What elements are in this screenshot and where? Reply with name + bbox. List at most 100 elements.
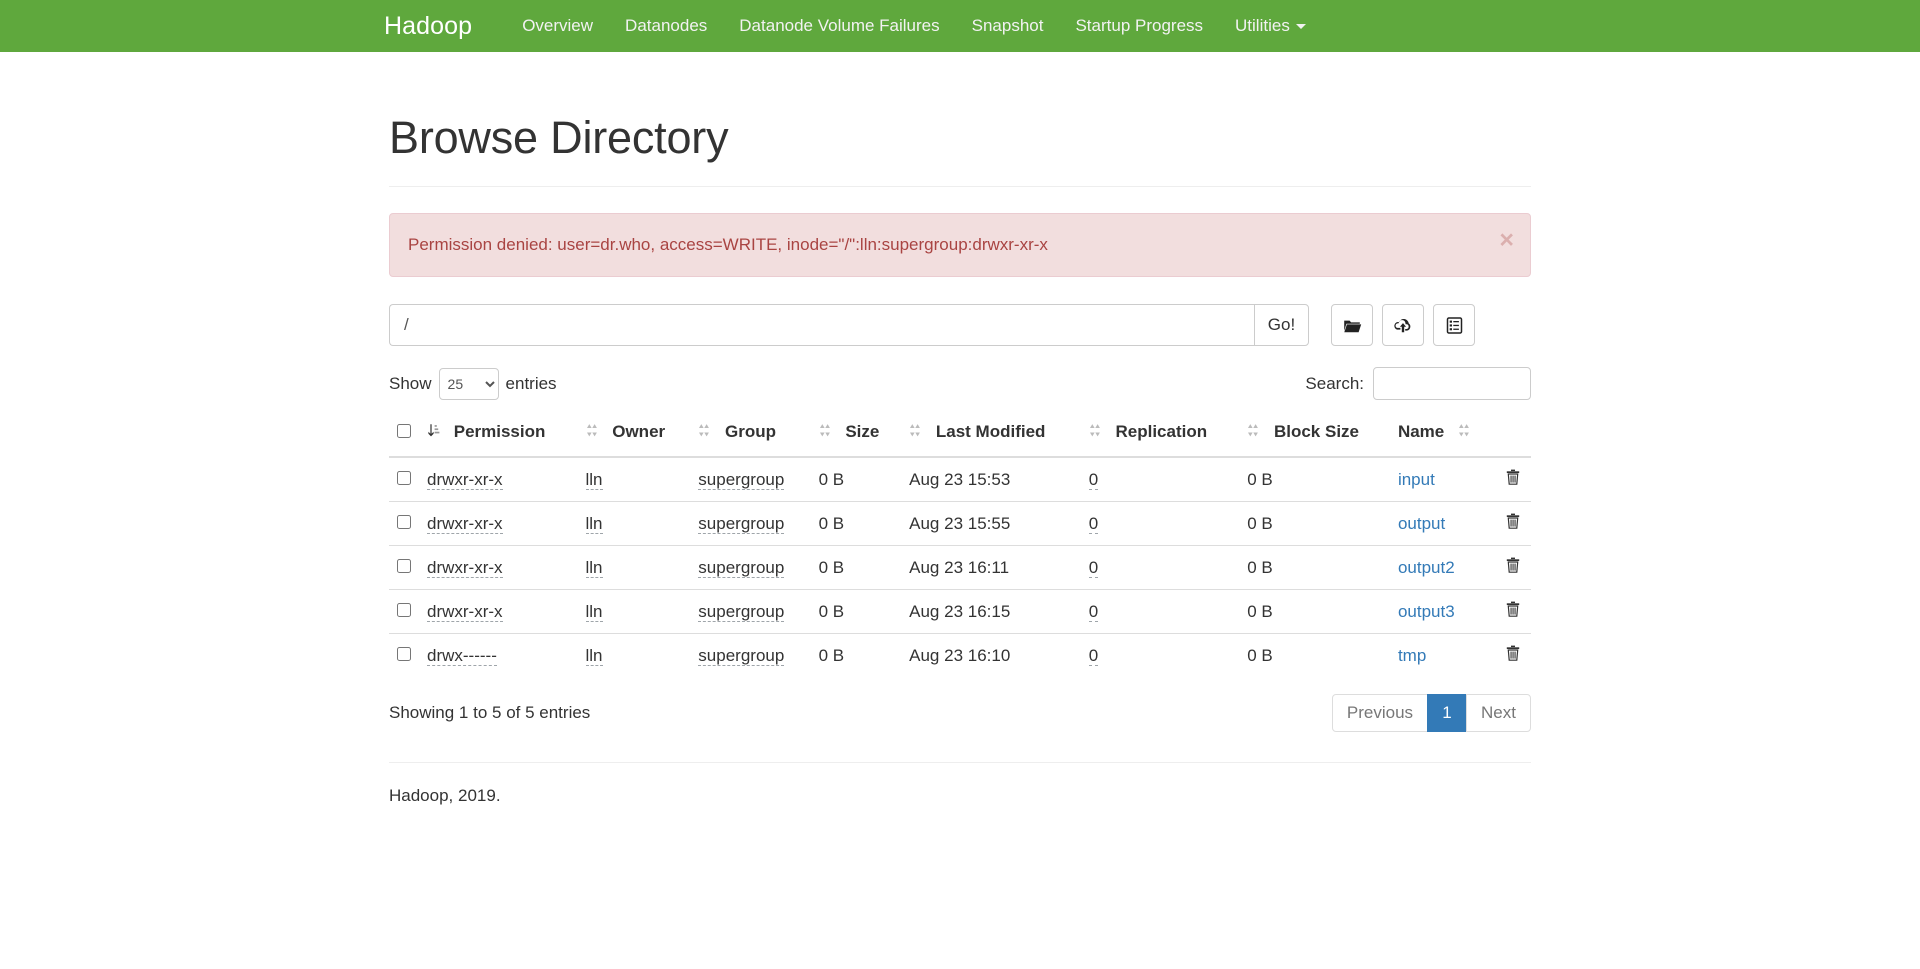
group-value[interactable]: supergroup (698, 645, 785, 666)
pagination-previous[interactable]: Previous (1331, 694, 1429, 732)
owner-value[interactable]: lln (585, 469, 603, 490)
row-checkbox[interactable] (397, 646, 411, 661)
permission-value[interactable]: drwxr-xr-x (427, 513, 503, 534)
cloud-upload-icon (1393, 317, 1413, 334)
top-navbar: Hadoop Overview Datanodes Datanode Volum… (0, 0, 1920, 52)
header-name[interactable]: Name (1389, 412, 1495, 458)
header-block-size[interactable]: Block Size (1239, 412, 1390, 458)
cell-owner: lln (577, 633, 691, 677)
brand-hadoop[interactable]: Hadoop (384, 12, 472, 41)
group-value[interactable]: supergroup (698, 469, 785, 490)
replication-value[interactable]: 0 (1088, 601, 1099, 622)
header-last-modified[interactable]: Last Modified (901, 412, 1081, 458)
cell-permission: drwxr-xr-x (419, 589, 578, 634)
path-bar: Go! (389, 304, 1531, 346)
table-header-row: Permission Owner Group Size Last Modifie… (389, 412, 1531, 458)
header-last-modified-label: Last Modified (935, 422, 1046, 441)
header-owner-label: Owner (612, 422, 666, 441)
group-value[interactable]: supergroup (698, 513, 785, 534)
path-input[interactable] (389, 304, 1254, 346)
file-name-link[interactable]: tmp (1398, 646, 1426, 665)
file-name-link[interactable]: output2 (1398, 558, 1455, 577)
permission-value[interactable]: drwx------ (427, 645, 497, 666)
sort-both-icon (1458, 423, 1471, 443)
replication-value[interactable]: 0 (1088, 645, 1099, 666)
entries-info: Showing 1 to 5 of 5 entries (389, 703, 591, 722)
search-input[interactable] (1373, 367, 1531, 400)
row-checkbox[interactable] (397, 514, 411, 529)
sort-both-icon (698, 423, 711, 443)
search-label: Search: (1305, 373, 1364, 393)
replication-value[interactable]: 0 (1088, 469, 1099, 490)
group-value[interactable]: supergroup (698, 557, 785, 578)
cell-delete (1495, 633, 1531, 677)
close-icon[interactable]: × (1499, 228, 1514, 253)
page-footer: Hadoop, 2019. (389, 762, 1531, 806)
cell-last-modified: Aug 23 16:15 (901, 589, 1081, 634)
owner-value[interactable]: lln (585, 513, 603, 534)
cell-owner: lln (577, 589, 691, 634)
header-owner[interactable]: Owner (577, 412, 691, 458)
row-checkbox[interactable] (397, 470, 411, 485)
snapshot-tasks-button[interactable] (1433, 304, 1475, 346)
pagination: Previous 1 Next (1331, 694, 1531, 732)
title-divider (389, 186, 1531, 187)
header-replication-label: Replication (1115, 422, 1208, 441)
path-action-buttons (1331, 304, 1475, 346)
nav-item-snapshot[interactable]: Snapshot (956, 16, 1060, 36)
row-select-cell (389, 501, 419, 546)
nav-item-utilities[interactable]: Utilities (1219, 16, 1322, 36)
table-body: drwxr-xr-x lln supergroup 0 B Aug 23 15:… (389, 456, 1531, 677)
header-size[interactable]: Size (810, 412, 902, 458)
header-permission[interactable]: Permission (419, 412, 578, 458)
replication-value[interactable]: 0 (1088, 513, 1099, 534)
owner-value[interactable]: lln (585, 601, 603, 622)
page-length-control: Show 25 50 100 entries (389, 367, 557, 400)
trash-icon (1506, 557, 1520, 576)
permission-value[interactable]: drwxr-xr-x (427, 469, 503, 490)
page-length-select[interactable]: 25 50 100 (438, 367, 499, 400)
cell-name: input (1389, 456, 1495, 502)
delete-button[interactable] (1506, 469, 1520, 485)
alert-message: Permission denied: user=dr.who, access=W… (408, 235, 1048, 254)
cell-owner: lln (577, 456, 691, 502)
delete-button[interactable] (1506, 513, 1520, 529)
nav-item-startup-progress[interactable]: Startup Progress (1059, 16, 1219, 36)
create-directory-button[interactable] (1331, 304, 1373, 346)
owner-value[interactable]: lln (585, 645, 603, 666)
nav-item-datanode-volume-failures[interactable]: Datanode Volume Failures (723, 16, 955, 36)
cell-last-modified: Aug 23 16:11 (901, 545, 1081, 590)
cell-permission: drwxr-xr-x (419, 456, 578, 502)
header-name-label: Name (1397, 422, 1445, 441)
sort-both-icon (1247, 423, 1260, 443)
pagination-next[interactable]: Next (1466, 694, 1531, 732)
delete-button[interactable] (1506, 601, 1520, 617)
delete-button[interactable] (1506, 645, 1520, 661)
sort-both-icon (819, 423, 832, 443)
row-checkbox[interactable] (397, 602, 411, 617)
header-group[interactable]: Group (690, 412, 811, 458)
pagination-page-1[interactable]: 1 (1427, 694, 1468, 732)
header-replication[interactable]: Replication (1080, 412, 1240, 458)
permission-value[interactable]: drwxr-xr-x (427, 557, 503, 578)
file-name-link[interactable]: output3 (1398, 602, 1455, 621)
replication-value[interactable]: 0 (1088, 557, 1099, 578)
upload-files-button[interactable] (1382, 304, 1424, 346)
cell-permission: drwx------ (419, 633, 578, 677)
nav-item-datanodes[interactable]: Datanodes (609, 16, 723, 36)
row-checkbox[interactable] (397, 558, 411, 573)
cell-replication: 0 (1080, 501, 1240, 546)
owner-value[interactable]: lln (585, 557, 603, 578)
permission-value[interactable]: drwxr-xr-x (427, 601, 503, 622)
cell-block-size: 0 B (1239, 545, 1390, 590)
go-button[interactable]: Go! (1254, 304, 1309, 346)
trash-icon (1506, 513, 1520, 532)
permission-denied-alert: Permission denied: user=dr.who, access=W… (389, 213, 1531, 277)
file-name-link[interactable]: input (1398, 470, 1435, 489)
select-all-checkbox[interactable] (397, 424, 411, 438)
delete-button[interactable] (1506, 557, 1520, 573)
group-value[interactable]: supergroup (698, 601, 785, 622)
file-name-link[interactable]: output (1398, 514, 1445, 533)
nav-item-overview[interactable]: Overview (506, 16, 609, 36)
header-block-size-label: Block Size (1273, 422, 1360, 441)
